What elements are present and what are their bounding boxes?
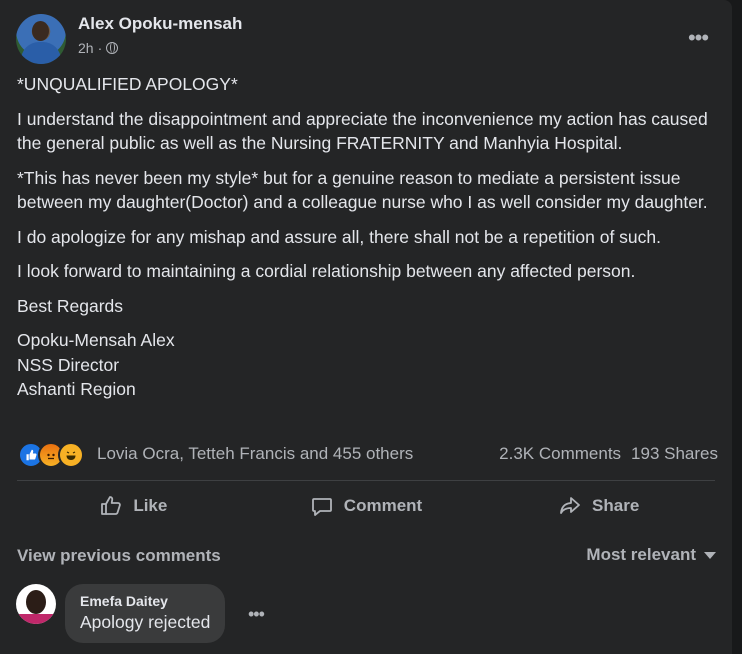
- comment-label: Comment: [343, 496, 423, 515]
- avatar-face: [26, 590, 46, 614]
- share-button[interactable]: Share: [482, 486, 715, 526]
- reaction-names[interactable]: Lovia Ocra, Tetteh Francis and 455 other…: [97, 444, 413, 464]
- like-label: Like: [133, 496, 168, 515]
- post-meta: 2h ·: [78, 40, 119, 56]
- comment-text: Apology rejected: [80, 612, 211, 632]
- comments-count[interactable]: 2.3K Comments: [499, 444, 621, 464]
- post-card: Alex Opoku-mensah 2h · ••• *UNQUALIFIED …: [0, 0, 732, 654]
- scrollbar-track[interactable]: [732, 0, 742, 654]
- haha-reaction-icon: [58, 442, 84, 468]
- post-paragraph: I do apologize for any mishap and assure…: [17, 226, 662, 247]
- commenter-avatar[interactable]: [16, 584, 56, 624]
- divider: [17, 480, 715, 481]
- post-time[interactable]: 2h: [78, 40, 94, 56]
- like-button[interactable]: Like: [17, 486, 250, 526]
- author-avatar[interactable]: [16, 14, 66, 64]
- comment-icon: [311, 498, 332, 516]
- comment-options-icon[interactable]: •••: [248, 604, 265, 625]
- signature-line: NSS Director: [17, 354, 120, 375]
- comment-button[interactable]: Comment: [250, 486, 483, 526]
- share-icon: [560, 497, 580, 514]
- reactions-bar: Lovia Ocra, Tetteh Francis and 455 other…: [18, 440, 718, 470]
- post-paragraph: *UNQUALIFIED APOLOGY*: [17, 74, 238, 94]
- signature-line: Ashanti Region: [17, 379, 136, 399]
- author-name[interactable]: Alex Opoku-mensah: [78, 14, 242, 34]
- comment-bubble: Emefa Daitey Apology rejected: [65, 584, 226, 643]
- post-actions: Like Comment Share: [17, 486, 715, 526]
- thumbs-up-icon: [101, 496, 122, 515]
- post-signature: Opoku-Mensah Alex NSS Director Ashanti R…: [17, 328, 717, 402]
- view-previous-comments[interactable]: View previous comments: [17, 546, 221, 566]
- globe-icon: [106, 42, 119, 54]
- post-body: *UNQUALIFIED APOLOGY* I understand the d…: [17, 72, 717, 402]
- shares-count[interactable]: 193 Shares: [631, 444, 718, 464]
- avatar-shirt: [21, 42, 61, 64]
- reaction-icons[interactable]: [18, 442, 84, 468]
- comment-sort-dropdown[interactable]: Most relevant: [586, 545, 716, 565]
- post-paragraph: *This has never been my style* but for a…: [17, 167, 708, 213]
- post-options-button[interactable]: •••: [680, 20, 716, 56]
- signature-line: Opoku-Mensah Alex: [17, 330, 175, 350]
- post-paragraph: I understand the disappointment and appr…: [17, 108, 708, 154]
- sort-label: Most relevant: [586, 545, 696, 564]
- commenter-name[interactable]: Emefa Daitey: [80, 592, 210, 610]
- share-label: Share: [592, 496, 640, 515]
- caret-down-icon: [704, 551, 716, 559]
- ellipsis-icon: •••: [687, 25, 709, 50]
- avatar-head: [32, 21, 49, 41]
- post-header: Alex Opoku-mensah 2h · •••: [16, 12, 716, 64]
- post-paragraph: I look forward to maintaining a cordial …: [17, 261, 636, 281]
- avatar-banner: [16, 614, 56, 624]
- meta-separator: ·: [97, 40, 103, 56]
- post-paragraph: Best Regards: [17, 295, 124, 316]
- engagement-counts: 2.3K Comments 193 Shares: [499, 444, 718, 464]
